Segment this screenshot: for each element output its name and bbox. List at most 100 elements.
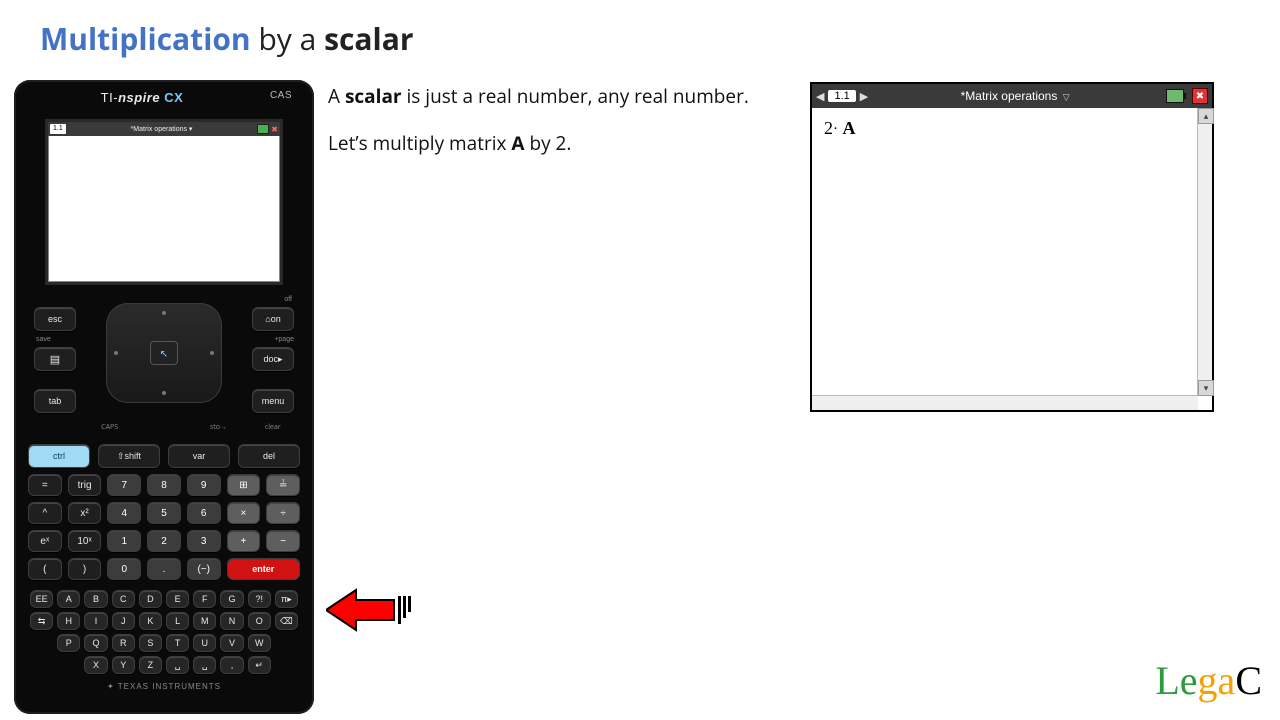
scroll-up-icon[interactable]: ▴ (1198, 108, 1214, 124)
key-=[interactable]: = (28, 474, 62, 496)
alpha-key-↵[interactable]: ↵ (248, 656, 271, 674)
close-icon[interactable]: ✖ (1192, 88, 1208, 104)
alpha-key-O[interactable]: O (248, 612, 271, 630)
panel-page-tab[interactable]: 1.1 (828, 90, 855, 102)
key-(−)[interactable]: (−) (187, 558, 221, 580)
key-+[interactable]: + (227, 530, 261, 552)
key-3[interactable]: 3 (187, 530, 221, 552)
key-0[interactable]: 0 (107, 558, 141, 580)
alpha-key-H[interactable]: H (57, 612, 80, 630)
alpha-key-V[interactable]: V (220, 634, 243, 652)
key-^[interactable]: ^ (28, 502, 62, 524)
key-1[interactable]: 1 (107, 530, 141, 552)
key-.[interactable]: . (147, 558, 181, 580)
alpha-key-Q[interactable]: Q (84, 634, 107, 652)
alpha-key-Y[interactable]: Y (112, 656, 135, 674)
navpad-center[interactable]: ↖ (150, 341, 178, 365)
key-7[interactable]: 7 (107, 474, 141, 496)
alpha-key-K[interactable]: K (139, 612, 162, 630)
key-6[interactable]: 6 (187, 502, 221, 524)
prev-page-icon[interactable]: ◀ (816, 90, 824, 103)
alpha-key-G[interactable]: G (220, 590, 243, 608)
key-10ˣ[interactable]: 10ˣ (68, 530, 102, 552)
alpha-key-D[interactable]: D (139, 590, 162, 608)
label-page: +page (274, 336, 294, 343)
alpha-key-π▸[interactable]: π▸ (275, 590, 298, 608)
alpha-key-M[interactable]: M (193, 612, 216, 630)
keypad-grid: = trig789 ⊞≟ ^ x²456 ×÷ eˣ 10ˣ123 +− ()0. (−) enter (28, 474, 300, 580)
panel-titlebar: ◀ 1.1 ▶ *Matrix operations ▽ ✖ (812, 84, 1212, 108)
alpha-key-E[interactable]: E (166, 590, 189, 608)
funclbl-0 (28, 423, 82, 432)
key-trig[interactable]: trig (68, 474, 102, 496)
menu-button[interactable]: menu (252, 389, 294, 413)
alpha-key-F[interactable]: F (193, 590, 216, 608)
alpha-key-U[interactable]: U (193, 634, 216, 652)
brand-nspire: nspire (118, 90, 160, 105)
key-⊞[interactable]: ⊞ (227, 474, 261, 496)
calc-screen-tab: 1.1 (50, 124, 66, 134)
navpad-left-icon (114, 351, 118, 355)
tab-button[interactable]: tab (34, 389, 76, 413)
horizontal-scrollbar[interactable] (812, 395, 1198, 410)
key-([interactable]: ( (28, 558, 62, 580)
key-≟[interactable]: ≟ (266, 474, 300, 496)
key-eˣ[interactable]: eˣ (28, 530, 62, 552)
enter-button[interactable]: enter (227, 558, 300, 580)
alpha-key-I[interactable]: I (84, 612, 107, 630)
alpha-key-S[interactable]: S (139, 634, 162, 652)
funclbl-clear: clear (246, 423, 300, 432)
expr-variable: A (843, 118, 856, 138)
title-word1: Multiplication (40, 18, 251, 59)
ctrl-button[interactable]: ctrl (28, 444, 90, 468)
alpha-key-Z[interactable]: Z (139, 656, 162, 674)
alpha-key-?![interactable]: ?! (248, 590, 271, 608)
alpha-key-B[interactable]: B (84, 590, 107, 608)
calc-screen-titlebar: 1.1 *Matrix operations ▾ ✖ (48, 122, 280, 136)
alpha-key-N[interactable]: N (220, 612, 243, 630)
key-2[interactable]: 2 (147, 530, 181, 552)
alpha-key-⌫[interactable]: ⌫ (275, 612, 298, 630)
key-4[interactable]: 4 (107, 502, 141, 524)
key-5[interactable]: 5 (147, 502, 181, 524)
key-−[interactable]: − (266, 530, 300, 552)
key-÷[interactable]: ÷ (266, 502, 300, 524)
alpha-key-A[interactable]: A (57, 590, 80, 608)
page-title: Multiplication by a scalar (40, 18, 413, 59)
alpha-key-L[interactable]: L (166, 612, 189, 630)
key-)[interactable]: ) (68, 558, 102, 580)
alpha-key-P[interactable]: P (57, 634, 80, 652)
logo-C: C (1235, 658, 1262, 703)
navpad[interactable]: ↖ (106, 303, 222, 403)
calc-screen-enlarged: ◀ 1.1 ▶ *Matrix operations ▽ ✖ 2· A ▴ ▾ (810, 82, 1214, 412)
key-×[interactable]: × (227, 502, 261, 524)
title-word2: scalar (324, 18, 413, 59)
del-button[interactable]: del (238, 444, 300, 468)
alpha-key-␣[interactable]: ␣ (166, 656, 189, 674)
key-9[interactable]: 9 (187, 474, 221, 496)
alpha-key-C[interactable]: C (112, 590, 135, 608)
vertical-scrollbar[interactable]: ▴ ▾ (1197, 108, 1212, 396)
doc-button[interactable]: doc▸ (252, 347, 294, 371)
dropdown-icon[interactable]: ▽ (1063, 92, 1070, 102)
alpha-key-X[interactable]: X (84, 656, 107, 674)
alpha-key-R[interactable]: R (112, 634, 135, 652)
next-page-icon[interactable]: ▶ (860, 90, 868, 103)
scroll-down-icon[interactable]: ▾ (1198, 380, 1214, 396)
calculator: TI-nspire CX CAS 1.1 *Matrix operations … (14, 80, 314, 714)
alpha-key-␣[interactable]: ␣ (193, 656, 216, 674)
alpha-key-T[interactable]: T (166, 634, 189, 652)
scratchpad-button[interactable]: ▤ (34, 347, 76, 371)
esc-button[interactable]: esc (34, 307, 76, 331)
var-button[interactable]: var (168, 444, 230, 468)
funclbl-2 (137, 423, 191, 432)
key-8[interactable]: 8 (147, 474, 181, 496)
shift-button[interactable]: ⇧shift (98, 444, 160, 468)
alpha-key-,[interactable]: , (220, 656, 243, 674)
alpha-key-J[interactable]: J (112, 612, 135, 630)
alpha-key-EE[interactable]: EE (30, 590, 53, 608)
key-x²[interactable]: x² (68, 502, 102, 524)
alpha-key-⇆[interactable]: ⇆ (30, 612, 53, 630)
alpha-key-W[interactable]: W (248, 634, 271, 652)
home-on-button[interactable]: ⌂on (252, 307, 294, 331)
